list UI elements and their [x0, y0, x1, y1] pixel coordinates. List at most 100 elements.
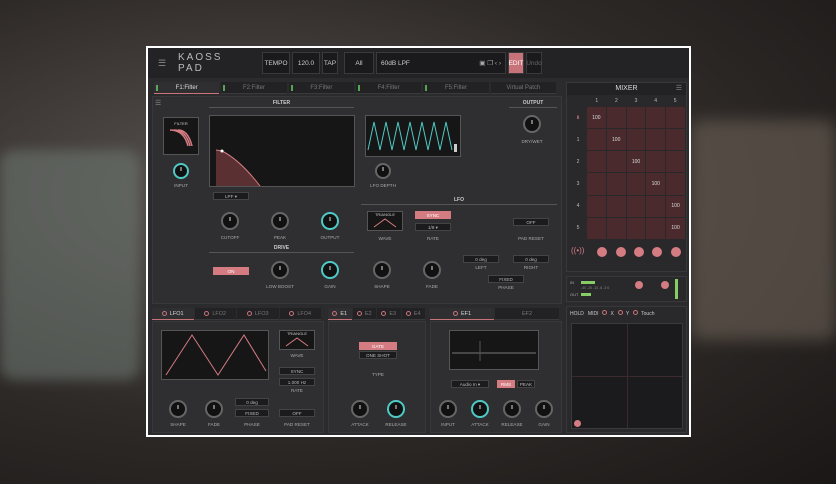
tab-virtual-patch[interactable]: Virtual Patch — [490, 82, 556, 94]
mixer-cell[interactable] — [666, 151, 685, 173]
cutoff-knob[interactable] — [221, 212, 239, 230]
next-preset-icon[interactable]: › — [499, 60, 501, 67]
tab-ef2[interactable]: EF2 — [495, 308, 559, 320]
mixer-out-knob[interactable] — [615, 247, 626, 257]
input-knob[interactable] — [173, 163, 189, 179]
mixer-cell[interactable] — [587, 195, 606, 217]
lfo1-rate-value[interactable]: 1.000 Hz — [279, 378, 315, 386]
right-phase-value[interactable]: 0 deg — [513, 255, 549, 263]
tab-e4[interactable]: E4 — [401, 308, 425, 320]
mixer-cell[interactable] — [626, 173, 646, 195]
tab-f3-filter[interactable]: F3:Filter — [288, 82, 354, 94]
mixer-cell[interactable] — [626, 107, 646, 129]
mixer-cell[interactable] — [646, 217, 666, 239]
prev-preset-icon[interactable]: ‹ — [495, 60, 497, 67]
mixer-cell[interactable]: 100 — [587, 107, 606, 129]
mixer-cell[interactable] — [587, 129, 606, 151]
mixer-cell[interactable] — [646, 129, 666, 151]
lfo1-sync-button[interactable]: SYNC — [279, 367, 315, 375]
left-phase-value[interactable]: 0 deg — [463, 255, 499, 263]
tab-lfo2[interactable]: LFO2 — [194, 308, 236, 320]
mixer-menu-icon[interactable]: ☰ — [676, 83, 682, 95]
mixer-cell[interactable] — [646, 195, 666, 217]
lfo1-wave-button[interactable]: TRIANGLE — [279, 330, 315, 350]
mixer-cell[interactable]: 100 — [666, 217, 685, 239]
output-knob[interactable] — [321, 212, 339, 230]
lfo-depth-knob[interactable] — [375, 163, 391, 179]
mixer-out-knob[interactable] — [597, 247, 608, 257]
panel-menu-icon[interactable]: ☰ — [155, 99, 161, 107]
drive-on-button[interactable]: ON — [213, 267, 249, 275]
preset-selector[interactable]: 60dB LPF ▣ ❐ ‹ › — [376, 52, 506, 74]
mixer-cell[interactable] — [626, 129, 646, 151]
copy-icon[interactable]: ❐ — [487, 60, 493, 67]
ef-release-knob[interactable] — [503, 400, 521, 418]
lfo1-fade-knob[interactable] — [205, 400, 223, 418]
lfo1-phase-value[interactable]: 0 deg — [235, 398, 269, 406]
mixer-cell[interactable] — [626, 195, 646, 217]
tab-e2[interactable]: E2 — [352, 308, 376, 320]
mixer-cell[interactable] — [666, 173, 685, 195]
mixer-cell[interactable] — [587, 173, 606, 195]
mixer-cell[interactable] — [626, 217, 646, 239]
edit-button[interactable]: EDIT — [508, 52, 524, 74]
mixer-cell[interactable]: 100 — [646, 173, 666, 195]
lfo-wave-button[interactable]: TRIANGLE — [367, 211, 403, 231]
mixer-cell[interactable]: 100 — [626, 151, 646, 173]
xy-pad[interactable] — [571, 323, 683, 429]
save-icon[interactable]: ▣ — [479, 60, 485, 67]
tab-e3[interactable]: E3 — [377, 308, 401, 320]
tab-ef1[interactable]: EF1 — [430, 308, 494, 320]
ef-attack-knob[interactable] — [471, 400, 489, 418]
mixer-cell[interactable] — [587, 217, 606, 239]
mixer-cell[interactable] — [646, 107, 666, 129]
mixer-cell[interactable] — [666, 129, 685, 151]
gate-button[interactable]: GATE — [359, 342, 397, 350]
tab-lfo3[interactable]: LFO3 — [237, 308, 279, 320]
env-release-knob[interactable] — [387, 400, 405, 418]
tab-f4-filter[interactable]: F4:Filter — [355, 82, 422, 94]
mixer-cell[interactable] — [587, 151, 606, 173]
tab-lfo1[interactable]: LFO1 — [152, 308, 194, 320]
broadcast-icon[interactable]: ((•)) — [571, 246, 584, 255]
mixer-cell[interactable] — [606, 107, 626, 129]
drive-gain-knob[interactable] — [321, 261, 339, 279]
bank-select[interactable]: All — [344, 52, 374, 74]
phase-mode-value[interactable]: FIXED — [488, 275, 524, 283]
ef-gain-knob[interactable] — [535, 400, 553, 418]
lfo-sync-button[interactable]: SYNC — [415, 211, 451, 219]
dry-wet-knob[interactable] — [523, 115, 541, 133]
mixer-cell[interactable]: 100 — [606, 129, 626, 151]
lfo-rate-select[interactable]: 1/8 ▾ — [415, 223, 451, 231]
mixer-out-knob[interactable] — [633, 247, 644, 257]
x-toggle[interactable]: X — [602, 310, 614, 317]
tab-f2-filter[interactable]: F2:Filter — [221, 82, 287, 94]
mixer-cell[interactable] — [606, 151, 626, 173]
output-level-knob[interactable] — [661, 281, 669, 289]
peak-button[interactable]: PEAK — [517, 380, 535, 388]
low-boost-knob[interactable] — [271, 261, 289, 279]
touch-toggle[interactable]: Touch — [633, 310, 655, 317]
tap-button[interactable]: TAP — [322, 52, 338, 74]
midi-button[interactable]: MIDI — [588, 311, 599, 317]
tab-lfo4[interactable]: LFO4 — [279, 308, 321, 320]
mixer-out-knob[interactable] — [652, 247, 663, 257]
mixer-cell[interactable] — [666, 107, 685, 129]
ef-input-knob[interactable] — [439, 400, 457, 418]
undo-button[interactable]: Undo — [526, 52, 542, 74]
hold-button[interactable]: HOLD — [570, 311, 584, 317]
hamburger-menu-icon[interactable]: ☰ — [158, 58, 170, 69]
mixer-cell[interactable] — [606, 195, 626, 217]
filter-type-button[interactable]: FILTER — [163, 117, 199, 155]
mixer-cell[interactable]: 100 — [666, 195, 685, 217]
peak-knob[interactable] — [271, 212, 289, 230]
mixer-cell[interactable] — [606, 217, 626, 239]
tab-e1[interactable]: E1 — [328, 308, 352, 320]
tempo-value[interactable]: 120.0 — [292, 52, 320, 74]
rms-button[interactable]: RMS — [497, 380, 515, 388]
pad-reset-value[interactable]: OFF — [513, 218, 549, 226]
mixer-out-knob[interactable] — [670, 247, 681, 257]
mixer-cell[interactable] — [606, 173, 626, 195]
shape-knob[interactable] — [373, 261, 391, 279]
one-shot-button[interactable]: ONE SHOT — [359, 351, 397, 359]
